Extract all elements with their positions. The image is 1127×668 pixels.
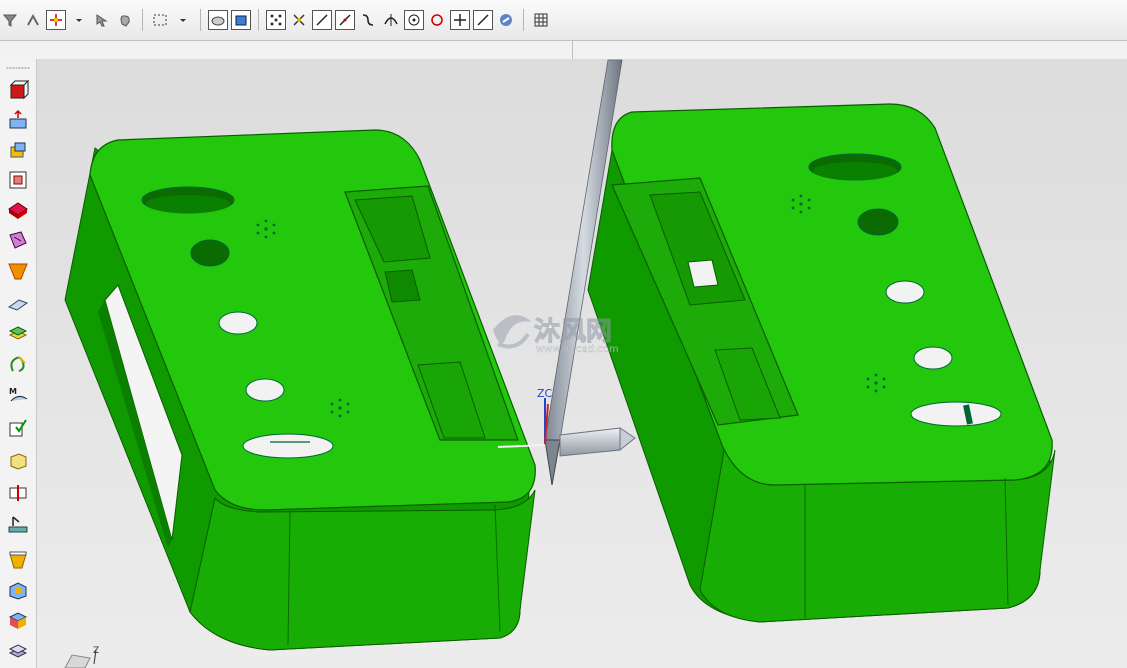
block-feature-icon[interactable] [5,77,31,103]
mold-wizard-icon[interactable] [5,547,31,573]
arc-icon[interactable] [381,10,401,30]
select-filter-icon[interactable] [0,10,20,30]
secondary-toolbar [0,41,1127,60]
left-resource-toolbar: M [0,59,37,668]
zc-axis-label: ZC [537,387,553,400]
toolbar-separator [142,9,143,31]
split-body-icon[interactable] [5,479,31,505]
toolbar-divider [572,41,573,59]
snap-points-icon[interactable] [266,10,286,30]
check-icon[interactable] [5,415,31,441]
measure-icon[interactable]: M [5,383,31,409]
graphics-viewport[interactable]: ZC 沐风网 www.mfcad.com Z [37,59,1127,668]
point-constructor-icon[interactable] [46,10,66,30]
move-face-icon[interactable] [5,137,31,163]
left-hole-3 [245,378,285,402]
toolbar-separator [200,9,201,31]
dropdown-arrow-icon[interactable] [69,10,89,30]
view-shaded-icon[interactable] [208,10,228,30]
face-blend-icon[interactable] [5,257,31,283]
parting-icon[interactable] [5,577,31,603]
left-hole-1 [190,239,230,267]
hand-pick-icon[interactable] [115,10,135,30]
curve-loop-icon[interactable] [5,351,31,377]
right-slot-top-inner [813,162,897,180]
sketch-icon[interactable] [5,167,31,193]
left-hole-2 [218,311,258,335]
main-toolbar [0,0,1127,41]
circle-center-icon[interactable] [404,10,424,30]
stack-icon[interactable] [5,321,31,347]
plane-icon[interactable] [5,291,31,317]
right-hole-3 [913,346,953,370]
view-solid-icon[interactable] [231,10,251,30]
right-slot-bottom-rib [963,404,973,425]
rect-select-icon[interactable] [150,10,170,30]
draft-icon[interactable] [5,227,31,253]
line-diag-icon[interactable] [335,10,355,30]
toolbar-grip[interactable] [6,67,30,69]
right-slot-bottom [910,401,1002,427]
watermark-title: 沐风网 [534,317,612,347]
toolbar-separator [258,9,259,31]
toolbar-separator [523,9,524,31]
toolbar-strip [0,6,551,34]
extrude-icon[interactable] [5,107,31,133]
right-hole-1 [857,208,899,236]
line-icon[interactable] [312,10,332,30]
3d-scene: ZC 沐风网 www.mfcad.com Z [37,59,1127,668]
snap-point-icon[interactable] [23,10,43,30]
left-part-front-face [189,489,536,651]
circle-icon[interactable] [427,10,447,30]
snap-intersect-icon[interactable] [289,10,309,30]
grid-icon[interactable] [531,10,551,30]
left-slot-bottom [242,433,334,459]
tool-box-icon[interactable] [5,607,31,633]
line-point-icon[interactable] [473,10,493,30]
dropdown-arrow-icon[interactable] [173,10,193,30]
right-hole-2 [885,280,925,304]
arrow-pick-icon[interactable] [92,10,112,30]
curve-icon[interactable] [358,10,378,30]
solid-icon[interactable] [5,197,31,223]
cross-icon[interactable] [450,10,470,30]
watermark-url: www.mfcad.com [536,344,619,355]
svg-text:M: M [9,387,17,396]
draft-analysis-icon[interactable] [5,511,31,537]
tool-icon[interactable] [496,10,516,30]
box-icon[interactable] [5,447,31,473]
layer-icon[interactable] [5,637,31,663]
left-slot-top-inner [146,195,230,213]
triad-z-label: Z [93,646,99,656]
